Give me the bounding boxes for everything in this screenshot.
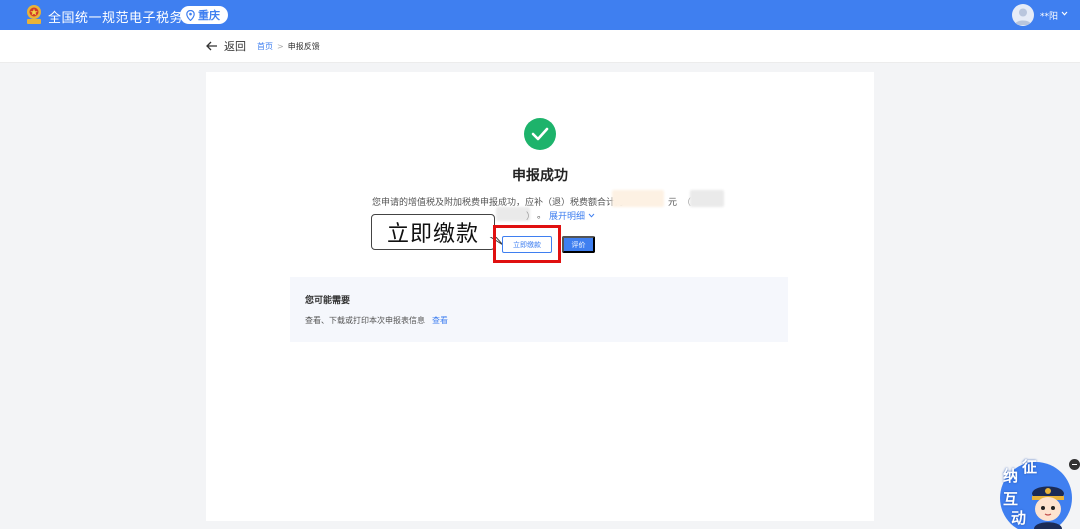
suggestion-text: 查看、下载或打印本次申报表信息 (305, 316, 425, 325)
rate-button[interactable]: 评价 (562, 236, 595, 253)
back-button[interactable]: 返回 (206, 38, 246, 54)
tax-emblem-icon (27, 5, 41, 24)
location-pin-icon (186, 9, 195, 21)
widget-char-1: 征 (1022, 458, 1038, 476)
sentence-period: 。 (537, 211, 547, 221)
breadcrumb-separator: > (277, 42, 284, 51)
success-check-icon (524, 118, 556, 150)
widget-char-2: 纳 (1003, 467, 1019, 485)
widget-close-icon[interactable] (1069, 459, 1080, 470)
expand-details-label: 展开明细 (549, 212, 586, 222)
region-label: 重庆 (198, 9, 220, 22)
user-silhouette-icon (1015, 8, 1031, 25)
breadcrumb-home[interactable]: 首页 (257, 41, 273, 52)
breadcrumb-current: 申报反馈 (287, 42, 320, 51)
arrow-left-icon (206, 41, 217, 51)
redacted-amount (612, 190, 664, 207)
currency-label: 元 (668, 198, 678, 208)
chevron-down-icon (588, 213, 595, 218)
tax-officer-mascot-icon (1032, 486, 1064, 529)
interaction-widget[interactable]: 征 纳 互 动 (1000, 456, 1080, 529)
suggestion-box: 您可能需要 查看、下载或打印本次申报表信息 查看 (290, 277, 788, 342)
region-selector[interactable]: 重庆 (180, 6, 228, 24)
widget-char-4: 动 (1011, 509, 1027, 527)
annotation-callout: 立即缴款 (371, 214, 495, 250)
redacted-detail-continued (496, 207, 530, 221)
username[interactable]: **阳 (1040, 9, 1058, 22)
breadcrumb: 首页 > 申报反馈 (257, 41, 320, 52)
result-title: 申报成功 (512, 168, 568, 184)
view-report-link[interactable]: 查看 (432, 315, 448, 326)
chevron-down-icon[interactable] (1060, 9, 1069, 18)
user-avatar[interactable] (1012, 4, 1034, 26)
checkmark-icon (531, 127, 549, 141)
annotation-highlight-box (493, 225, 561, 263)
brand-title: 全国统一规范电子税务局 (48, 11, 197, 26)
navigation-bar: 返回 首页 > 申报反馈 (0, 30, 1080, 63)
paren-close: ） (526, 212, 536, 222)
widget-char-3: 互 (1003, 490, 1019, 508)
back-label: 返回 (224, 40, 246, 53)
redacted-detail (690, 190, 724, 207)
expand-details-link[interactable]: 展开明细 (549, 209, 595, 222)
suggestion-title: 您可能需要 (305, 296, 351, 306)
